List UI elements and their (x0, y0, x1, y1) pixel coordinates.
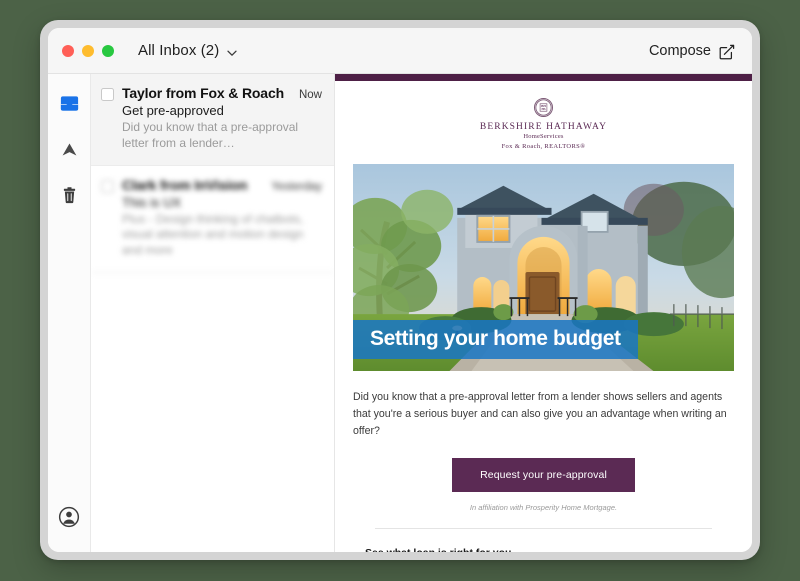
navigation-rail (48, 74, 91, 552)
hero-image: Setting your home budget (353, 164, 734, 371)
message-subject: Get pre-approved (122, 103, 224, 118)
compose-label: Compose (648, 42, 711, 59)
affiliation-note: In affiliation with Prosperity Home Mort… (469, 503, 618, 513)
traffic-light-group (62, 44, 114, 57)
svg-text:HS: HS (541, 107, 545, 111)
mailbox-selector[interactable]: All Inbox (2) (138, 42, 237, 59)
hero-banner: Setting your home budget (353, 320, 638, 359)
message-list: Taylor from Fox & Roach Now Get pre-appr… (91, 74, 335, 552)
email-brand-block: BH HS BERKSHIRE HATHAWAY HomeServices Fo… (335, 81, 752, 164)
chevron-down-icon (226, 47, 237, 57)
message-checkbox[interactable] (101, 179, 114, 193)
loan-section-heading: See what loan is right for you (335, 529, 752, 552)
request-pre-approval-button[interactable]: Request your pre-approval (452, 458, 635, 493)
message-header-row: Taylor from Fox & Roach Now (122, 85, 322, 101)
inbox-tray-icon (59, 93, 80, 114)
brand-subtitle: HomeServices (523, 133, 564, 140)
sidebar-item-trash[interactable] (56, 182, 82, 208)
sidebar-item-inbox[interactable] (56, 90, 82, 116)
berkshire-hathaway-emblem-icon: BH HS (534, 98, 553, 117)
message-timestamp: Now (298, 89, 322, 101)
email-body-text: Did you know that a pre-approval letter … (353, 391, 727, 438)
close-button[interactable] (62, 44, 74, 57)
paper-plane-up-icon (60, 140, 79, 159)
message-timestamp: Yesterday (271, 180, 322, 193)
message-header-row: Clark from InVision Yesterday (122, 177, 322, 193)
message-list-item[interactable]: Clark from InVision Yesterday This is UX… (91, 166, 334, 274)
cta-container: Request your pre-approval (335, 440, 752, 493)
hero-banner-text: Setting your home budget (370, 327, 621, 350)
body-area: Taylor from Fox & Roach Now Get pre-appr… (48, 74, 752, 552)
message-text: Taylor from Fox & Roach Now Get pre-appr… (122, 85, 322, 152)
brand-office: Fox & Roach, REALTORS® (501, 143, 586, 150)
zoom-button[interactable] (102, 44, 114, 57)
message-text: Clark from InVision Yesterday This is UX… (122, 177, 322, 259)
user-circle-icon (58, 506, 80, 528)
message-subject: This is UX (122, 194, 182, 210)
message-sender: Taylor from Fox & Roach (122, 85, 284, 101)
message-list-item[interactable]: Taylor from Fox & Roach Now Get pre-appr… (91, 74, 334, 166)
message-sender: Clark from InVision (122, 176, 248, 193)
sidebar-item-sent[interactable] (56, 136, 82, 162)
app-window: All Inbox (2) Compose Taylor from Fox & … (40, 20, 760, 560)
message-preview: Did you know that a pre-approval letter … (122, 120, 299, 150)
titlebar: All Inbox (2) Compose (48, 28, 752, 74)
account-avatar-button[interactable] (56, 504, 82, 530)
trash-can-icon (60, 186, 79, 205)
message-checkbox[interactable] (101, 88, 114, 101)
email-body-scroll[interactable]: BH HS BERKSHIRE HATHAWAY HomeServices Fo… (335, 81, 752, 552)
reading-pane: BH HS BERKSHIRE HATHAWAY HomeServices Fo… (335, 74, 752, 552)
compose-button[interactable]: Compose (648, 42, 735, 59)
mailbox-label: All Inbox (2) (138, 42, 220, 59)
compose-pencil-square-icon (718, 43, 735, 59)
email-accent-bar (335, 74, 752, 81)
brand-name: BERKSHIRE HATHAWAY (479, 122, 608, 132)
window-inner: All Inbox (2) Compose Taylor from Fox & … (48, 28, 752, 552)
minimize-button[interactable] (82, 44, 94, 57)
message-preview: Plus - Design thinking of chatbots, visu… (122, 211, 304, 258)
